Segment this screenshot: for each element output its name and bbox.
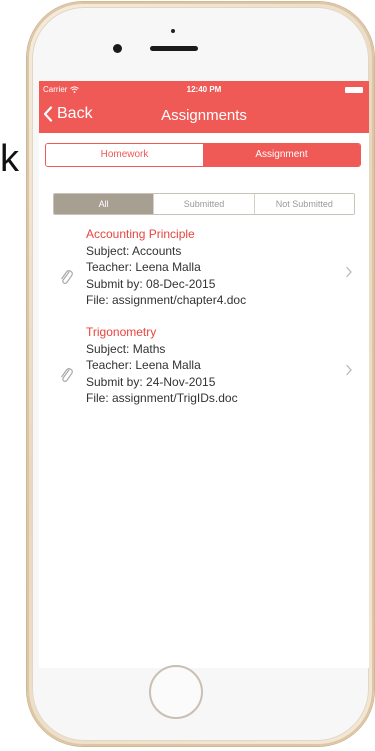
assignment-teacher: Teacher: Leena Malla xyxy=(86,260,201,274)
front-camera xyxy=(113,44,122,53)
paperclip-icon xyxy=(61,270,73,285)
chevron-right-icon xyxy=(346,364,352,376)
paperclip-icon xyxy=(61,368,73,383)
app-screen: Carrier 12:40 PM Back Assignments Homewo… xyxy=(39,81,369,668)
main-segmented-control: Homework Assignment xyxy=(45,143,361,167)
stage: k Carrier 12:40 PM Back Assignments Home… xyxy=(0,0,375,751)
assignment-list: Accounting Principle Subject: Accounts T… xyxy=(39,226,369,422)
assignment-row[interactable]: Accounting Principle Subject: Accounts T… xyxy=(39,226,369,324)
assignment-title: Trigonometry xyxy=(86,325,157,339)
status-bar: Carrier 12:40 PM xyxy=(39,81,369,99)
assignment-row[interactable]: Trigonometry Subject: Maths Teacher: Lee… xyxy=(39,324,369,422)
filter-segmented-control: All Submitted Not Submitted xyxy=(53,193,355,215)
assignment-file: File: assignment/chapter4.doc xyxy=(86,293,247,307)
assignment-due-date: Submit by: 24-Nov-2015 xyxy=(86,374,216,389)
filter-submitted[interactable]: Submitted xyxy=(153,194,254,214)
page-title: Assignments xyxy=(161,107,247,124)
assignment-details: Accounting Principle Subject: Accounts T… xyxy=(86,226,246,309)
tab-assignment[interactable]: Assignment xyxy=(203,144,360,166)
tab-homework[interactable]: Homework xyxy=(46,144,203,166)
status-time: 12:40 PM xyxy=(186,85,222,94)
navigation-bar: Back Assignments xyxy=(39,99,369,133)
assignment-subject: Subject: Accounts xyxy=(86,243,182,258)
filter-all[interactable]: All xyxy=(54,194,154,214)
assignment-subject: Subject: Maths xyxy=(86,341,166,356)
earpiece-speaker xyxy=(150,46,198,51)
battery-icon xyxy=(345,87,363,93)
proximity-sensor xyxy=(171,29,175,33)
cropped-side-text: k xyxy=(0,138,19,180)
assignment-file: File: assignment/TrigIDs.doc xyxy=(86,391,238,405)
assignment-teacher: Teacher: Leena Malla xyxy=(86,358,201,372)
filter-not-submitted[interactable]: Not Submitted xyxy=(253,194,354,214)
chevron-right-icon xyxy=(346,266,352,278)
assignment-details: Trigonometry Subject: Maths Teacher: Lee… xyxy=(86,324,238,407)
assignment-title: Accounting Principle xyxy=(86,227,195,241)
home-button[interactable] xyxy=(149,665,203,719)
assignment-due-date: Submit by: 08-Dec-2015 xyxy=(86,276,216,291)
